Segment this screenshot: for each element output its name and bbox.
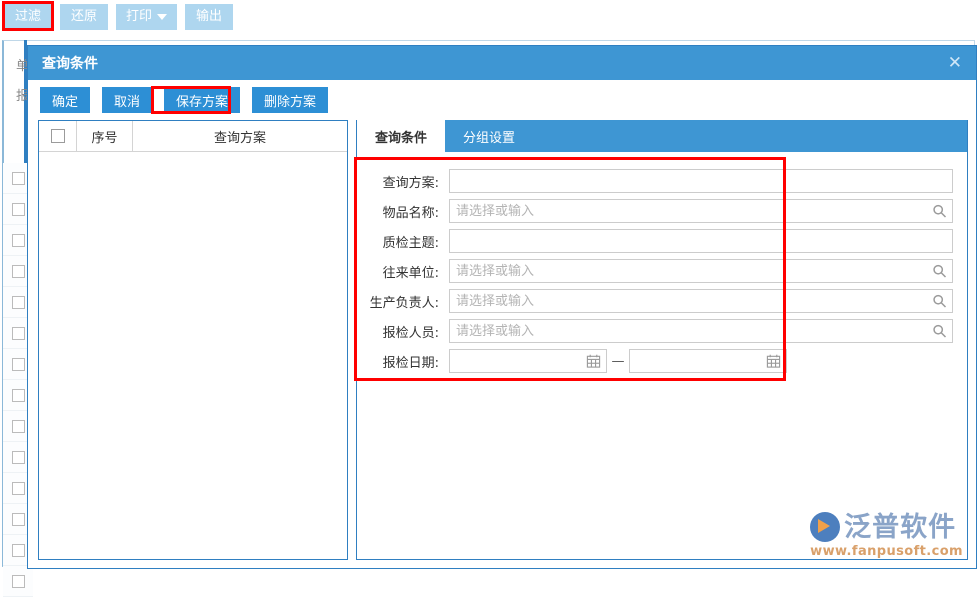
scheme-column-name: 查询方案 <box>213 130 266 146</box>
field-production-manager <box>449 289 953 313</box>
form-row-production-manager: 生产负责人: <box>357 286 953 316</box>
print-button[interactable]: 打印 <box>116 4 178 30</box>
field-item-name <box>449 199 953 223</box>
filter-button-label: 过滤 <box>14 9 41 24</box>
select-all-checkbox[interactable] <box>50 129 65 143</box>
query-tab-panel: 查询条件 分组设置 查询方案: 物品名称: 请选择或输入 质检主题: 往来单位:… <box>356 120 968 560</box>
label-scheme: 查询方案: <box>382 175 439 191</box>
item-name-input[interactable] <box>449 199 953 223</box>
restore-button-label: 还原 <box>70 9 97 24</box>
production-manager-input[interactable] <box>449 289 953 313</box>
dialog-action-bar: 确定 取消 保存方案 删除方案 <box>28 80 976 120</box>
row-checkbox[interactable] <box>11 450 25 464</box>
save-scheme-button[interactable]: 保存方案 <box>164 87 241 113</box>
scheme-column-seq: 序号 <box>77 121 133 151</box>
partner-unit-input[interactable] <box>449 259 953 283</box>
form-row-inspector: 报检人员: <box>357 316 953 346</box>
field-scheme <box>449 169 953 193</box>
row-checkbox[interactable] <box>11 202 25 216</box>
inspection-date-end-input[interactable] <box>629 349 787 373</box>
row-checkbox[interactable] <box>11 512 25 526</box>
field-inspection-date-start <box>449 349 607 373</box>
row-checkbox[interactable] <box>11 481 25 495</box>
form-row-scheme: 查询方案: <box>357 166 953 196</box>
delete-scheme-button[interactable]: 删除方案 <box>252 87 329 113</box>
form-row-inspection-date: 报检日期: — <box>357 346 953 376</box>
dialog-titlebar: 查询条件 ✕ <box>28 46 976 80</box>
scheme-table-header: 序号 查询方案 <box>39 121 347 152</box>
confirm-button[interactable]: 确定 <box>40 87 91 113</box>
field-inspection-date-end <box>629 349 787 373</box>
tab-group-settings[interactable]: 分组设置 <box>445 120 533 152</box>
scheme-select-all-cell <box>39 121 77 151</box>
row-checkbox[interactable] <box>11 295 25 309</box>
tab-query-conditions[interactable]: 查询条件 <box>357 120 446 152</box>
label-inspector: 报检人员: <box>382 325 439 341</box>
filter-button[interactable]: 过滤 <box>4 4 52 30</box>
field-qc-subject <box>449 229 953 253</box>
export-button[interactable]: 输出 <box>185 4 234 30</box>
print-button-label: 打印 <box>126 9 153 24</box>
date-range-separator: — <box>611 353 625 369</box>
close-icon[interactable]: ✕ <box>944 54 966 72</box>
row-checkbox[interactable] <box>11 574 25 588</box>
form-row-qc-subject: 质检主题: <box>357 226 953 256</box>
inspection-date-start-input[interactable] <box>449 349 607 373</box>
chevron-down-icon <box>157 14 168 20</box>
dialog-body: 序号 查询方案 查询条件 分组设置 查询方案: 物品名称: 请选择或输入 质检主… <box>28 120 976 568</box>
field-inspector <box>449 319 953 343</box>
label-production-manager: 生产负责人: <box>369 295 439 311</box>
query-form: 查询方案: 物品名称: 请选择或输入 质检主题: 往来单位: 请选择或输入 生产… <box>357 152 967 559</box>
row-checkbox[interactable] <box>11 388 25 402</box>
background-row <box>3 566 33 597</box>
form-row-item-name: 物品名称: <box>357 196 953 226</box>
row-checkbox[interactable] <box>11 264 25 278</box>
main-toolbar: 过滤 还原 打印 输出 <box>0 0 977 34</box>
row-checkbox[interactable] <box>11 171 25 185</box>
scheme-table-body[interactable] <box>39 152 347 559</box>
qc-subject-input[interactable] <box>449 229 953 253</box>
row-checkbox[interactable] <box>11 233 25 247</box>
label-inspection-date: 报检日期: <box>382 355 439 371</box>
row-checkbox[interactable] <box>11 357 25 371</box>
label-partner-unit: 往来单位: <box>382 265 439 281</box>
label-item-name: 物品名称: <box>382 205 439 221</box>
cancel-button[interactable]: 取消 <box>102 87 153 113</box>
tab-strip: 查询条件 分组设置 <box>357 120 967 152</box>
row-checkbox[interactable] <box>11 543 25 557</box>
form-row-partner-unit: 往来单位: <box>357 256 953 286</box>
restore-button[interactable]: 还原 <box>60 4 108 30</box>
scheme-list-panel: 序号 查询方案 <box>38 120 348 560</box>
inspector-input[interactable] <box>449 319 953 343</box>
dialog-title: 查询条件 <box>42 56 98 72</box>
row-checkbox[interactable] <box>11 419 25 433</box>
query-condition-dialog: 查询条件 ✕ 确定 取消 保存方案 删除方案 序号 查询方案 查询条件 分组设置 <box>27 45 977 569</box>
row-checkbox[interactable] <box>11 326 25 340</box>
scheme-input[interactable] <box>449 169 953 193</box>
label-qc-subject: 质检主题: <box>382 235 439 251</box>
field-partner-unit <box>449 259 953 283</box>
export-button-label: 输出 <box>196 9 223 24</box>
